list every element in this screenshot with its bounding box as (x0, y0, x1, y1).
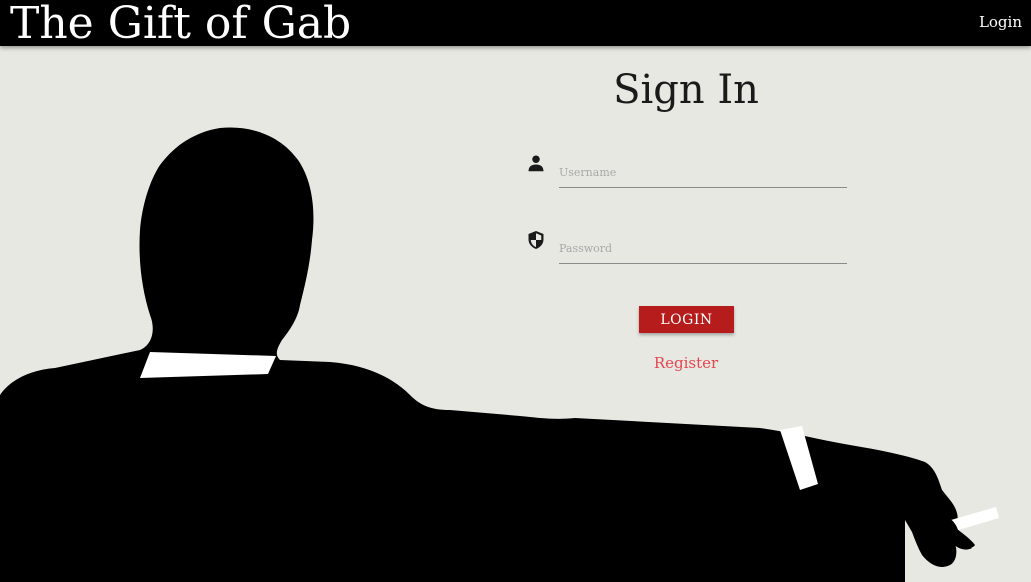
nav-login-link[interactable]: Login (979, 13, 1022, 31)
site-brand[interactable]: The Gift of Gab (10, 0, 351, 52)
page-title: Sign In (613, 67, 759, 113)
username-input[interactable] (559, 157, 847, 188)
man-silhouette-illustration (0, 127, 999, 582)
silhouette-body (0, 127, 975, 582)
shield-icon (527, 230, 547, 250)
main-stage: Sign In LOGIN Register (0, 46, 1031, 582)
top-bar: The Gift of Gab Login (0, 0, 1031, 49)
person-icon (527, 154, 547, 174)
silhouette-collar (140, 352, 276, 378)
password-input[interactable] (559, 233, 847, 264)
login-button[interactable]: LOGIN (639, 306, 734, 333)
register-link[interactable]: Register (640, 354, 732, 372)
